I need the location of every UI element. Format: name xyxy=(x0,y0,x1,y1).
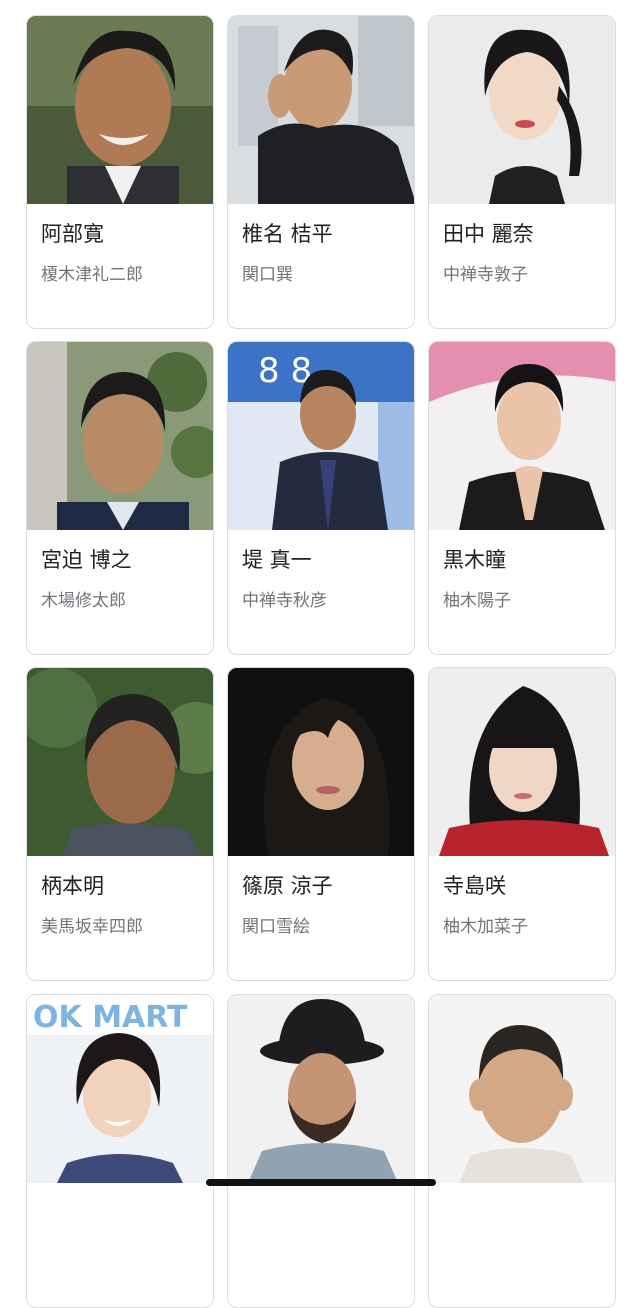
character-name: 柚木加菜子 xyxy=(443,917,528,937)
character-name: 中禅寺秋彦 xyxy=(242,591,327,611)
actor-name: 堤 真一 xyxy=(242,548,312,572)
cast-card[interactable] xyxy=(227,994,415,1308)
actor-name: 柄本明 xyxy=(41,874,104,898)
actor-name: 阿部寛 xyxy=(41,222,104,246)
cast-photo xyxy=(429,995,615,1183)
cast-card[interactable]: 柄本明 美馬坂幸四郎 xyxy=(26,667,214,981)
cast-card[interactable] xyxy=(428,994,616,1308)
cast-card[interactable]: 椎名 桔平 関口巽 xyxy=(227,15,415,329)
cast-photo xyxy=(27,342,213,530)
character-name: 柚木陽子 xyxy=(443,591,511,611)
signboard-text: OK MART xyxy=(33,1000,188,1035)
character-name: 中禅寺敦子 xyxy=(443,265,528,285)
cast-photo xyxy=(429,16,615,204)
cast-photo xyxy=(27,16,213,204)
actor-name: 黒木瞳 xyxy=(443,548,506,572)
cast-card[interactable]: 阿部寛 榎木津礼二郎 xyxy=(26,15,214,329)
cast-card[interactable]: 田中 麗奈 中禅寺敦子 xyxy=(428,15,616,329)
character-name: 美馬坂幸四郎 xyxy=(41,917,143,937)
actor-name: 寺島咲 xyxy=(443,874,506,898)
cast-card[interactable]: 寺島咲 柚木加菜子 xyxy=(428,667,616,981)
character-name: 榎木津礼二郎 xyxy=(41,265,143,285)
character-name: 関口巽 xyxy=(242,265,293,285)
cast-photo xyxy=(228,16,414,204)
cast-photo: OK MART xyxy=(27,995,213,1183)
cast-card[interactable]: OK MART xyxy=(26,994,214,1308)
cast-card[interactable]: 8 8 堤 真一 中禅寺秋彦 xyxy=(227,341,415,655)
cast-card[interactable]: 篠原 涼子 関口雪絵 xyxy=(227,667,415,981)
cast-card[interactable]: 黒木瞳 柚木陽子 xyxy=(428,341,616,655)
home-indicator[interactable] xyxy=(206,1179,436,1186)
cast-photo xyxy=(429,668,615,856)
character-name: 木場修太郎 xyxy=(41,591,126,611)
cast-photo xyxy=(228,995,414,1183)
cast-photo: 8 8 xyxy=(228,342,414,530)
cast-card[interactable]: 宮迫 博之 木場修太郎 xyxy=(26,341,214,655)
cast-photo xyxy=(27,668,213,856)
actor-name: 椎名 桔平 xyxy=(242,222,333,246)
actor-name: 篠原 涼子 xyxy=(242,874,333,898)
actor-name: 宮迫 博之 xyxy=(41,548,132,572)
cast-photo xyxy=(429,342,615,530)
character-name: 関口雪絵 xyxy=(242,917,310,937)
actor-name: 田中 麗奈 xyxy=(443,222,534,246)
cast-photo xyxy=(228,668,414,856)
